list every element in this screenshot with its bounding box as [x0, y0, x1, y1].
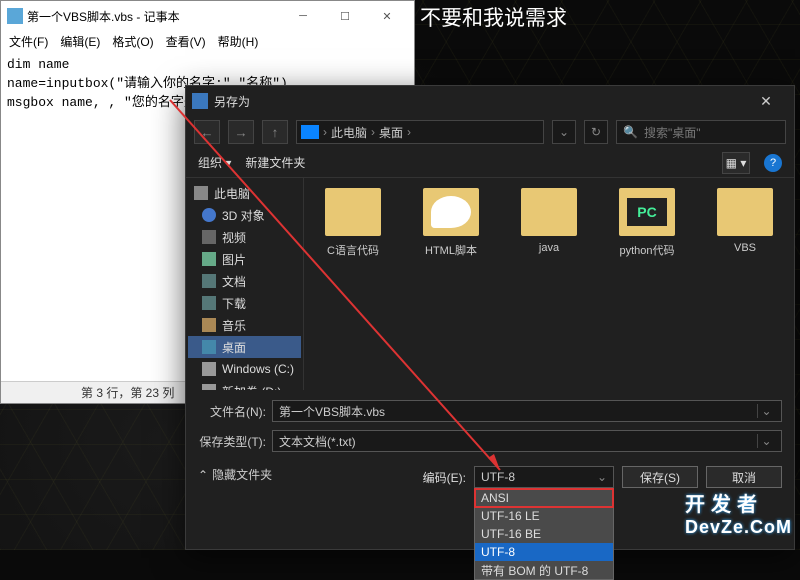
back-button[interactable]: ← [194, 120, 220, 144]
tree-music[interactable]: 音乐 [188, 314, 301, 336]
tree-videos[interactable]: 视频 [188, 226, 301, 248]
watermark: 开发者 DevZe.CoM [685, 488, 792, 538]
filename-input[interactable]: 第一个VBS脚本.vbs⌄ [272, 400, 782, 422]
folder-html[interactable]: HTML脚本 [412, 188, 490, 258]
view-options-button[interactable]: ▦ ▾ [722, 152, 750, 174]
filetype-select[interactable]: 文本文档(*.txt)⌄ [272, 430, 782, 452]
close-button[interactable]: ✕ [366, 3, 408, 29]
encoding-dropdown-icon[interactable]: ⌄ [597, 470, 607, 484]
encoding-option-utf8bom[interactable]: 带有 BOM 的 UTF-8 [475, 561, 613, 579]
tree-drive-c[interactable]: Windows (C:) [188, 358, 301, 380]
file-pane[interactable]: C语言代码 HTML脚本 java python代码 VBS [304, 178, 794, 390]
banner-text: 不要和我说需求 [420, 2, 567, 32]
maximize-button[interactable]: ☐ [324, 3, 366, 29]
search-placeholder: 搜索"桌面" [644, 124, 701, 141]
tree-downloads[interactable]: 下载 [188, 292, 301, 314]
save-icon [192, 93, 208, 109]
organize-button[interactable]: 组织 ▾ [198, 154, 231, 171]
cancel-button[interactable]: 取消 [706, 466, 782, 488]
save-button[interactable]: 保存(S) [622, 466, 698, 488]
folder-icon [301, 125, 319, 139]
notepad-titlebar[interactable]: 第一个VBS脚本.vbs - 记事本 ─ ☐ ✕ [1, 1, 414, 31]
folder-python[interactable]: python代码 [608, 188, 686, 258]
menu-file[interactable]: 文件(F) [5, 31, 52, 53]
notepad-icon [7, 8, 23, 24]
tree-documents[interactable]: 文档 [188, 270, 301, 292]
refresh-button[interactable]: ↻ [584, 120, 608, 144]
encoding-option-ansi[interactable]: ANSI [475, 489, 613, 507]
minimize-button[interactable]: ─ [282, 3, 324, 29]
filetype-dropdown-icon[interactable]: ⌄ [757, 434, 775, 448]
menu-help[interactable]: 帮助(H) [214, 31, 263, 53]
tree-desktop[interactable]: 桌面 [188, 336, 301, 358]
new-folder-button[interactable]: 新建文件夹 [245, 154, 305, 171]
dialog-titlebar[interactable]: 另存为 ✕ [186, 86, 794, 116]
search-input[interactable]: 🔍 搜索"桌面" [616, 120, 786, 144]
watermark-cn: 开发者 [685, 488, 792, 517]
encoding-option-utf8[interactable]: UTF-8 [475, 543, 613, 561]
menu-edit[interactable]: 编辑(E) [56, 31, 104, 53]
nav-toolbar: ← → ↑ › 此电脑 › 桌面 › ⌄ ↻ 🔍 搜索"桌面" [186, 116, 794, 148]
tree-drive-d[interactable]: 新加卷 (D:) [188, 380, 301, 390]
notepad-title: 第一个VBS脚本.vbs - 记事本 [27, 8, 180, 25]
folder-java[interactable]: java [510, 188, 588, 254]
chevron-icon: ⌃ [198, 468, 208, 482]
watermark-en: DevZe.CoM [685, 517, 792, 538]
dialog-toolbar: 组织 ▾ 新建文件夹 ▦ ▾ ? [186, 148, 794, 178]
filename-label: 文件名(N): [198, 403, 272, 420]
address-bar[interactable]: › 此电脑 › 桌面 › [296, 120, 544, 144]
encoding-label: 编码(E): [423, 466, 466, 486]
up-button[interactable]: ↑ [262, 120, 288, 144]
hide-folders-toggle[interactable]: ⌃隐藏文件夹 [198, 466, 272, 483]
tree-3d-objects[interactable]: 3D 对象 [188, 204, 301, 226]
folder-c-code[interactable]: C语言代码 [314, 188, 392, 258]
menu-format[interactable]: 格式(O) [108, 31, 157, 53]
help-button[interactable]: ? [764, 154, 782, 172]
filename-dropdown-icon[interactable]: ⌄ [757, 404, 775, 418]
dialog-close-button[interactable]: ✕ [744, 88, 788, 114]
nav-tree: 此电脑 3D 对象 视频 图片 文档 下载 音乐 桌面 Windows (C:)… [186, 178, 304, 390]
dialog-title: 另存为 [214, 93, 250, 110]
filetype-label: 保存类型(T): [198, 433, 272, 450]
forward-button[interactable]: → [228, 120, 254, 144]
save-as-dialog: 另存为 ✕ ← → ↑ › 此电脑 › 桌面 › ⌄ ↻ 🔍 搜索"桌面" 组织… [185, 85, 795, 550]
menu-view[interactable]: 查看(V) [162, 31, 210, 53]
encoding-select[interactable]: UTF-8⌄ [474, 466, 614, 488]
breadcrumb-pc[interactable]: 此电脑 [331, 124, 367, 141]
address-dropdown[interactable]: ⌄ [552, 120, 576, 144]
folder-vbs[interactable]: VBS [706, 188, 784, 254]
breadcrumb-desktop[interactable]: 桌面 [379, 124, 403, 141]
tree-this-pc[interactable]: 此电脑 [188, 182, 301, 204]
tree-pictures[interactable]: 图片 [188, 248, 301, 270]
notepad-menubar: 文件(F) 编辑(E) 格式(O) 查看(V) 帮助(H) [1, 31, 414, 53]
encoding-option-utf16be[interactable]: UTF-16 BE [475, 525, 613, 543]
encoding-dropdown: ANSI UTF-16 LE UTF-16 BE UTF-8 带有 BOM 的 … [474, 488, 614, 580]
search-icon: 🔍 [623, 125, 638, 139]
encoding-option-utf16le[interactable]: UTF-16 LE [475, 507, 613, 525]
